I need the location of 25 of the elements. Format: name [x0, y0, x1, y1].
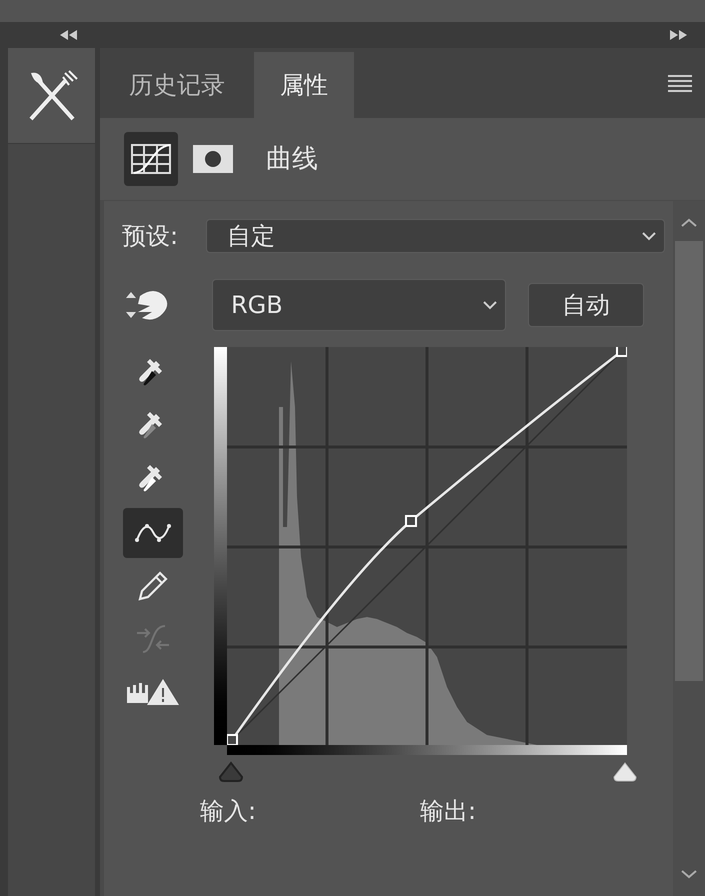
tool-tile[interactable] [8, 48, 95, 144]
mask-icon [192, 144, 234, 174]
preset-dropdown[interactable]: 自定 [206, 219, 665, 253]
expand-icon[interactable] [669, 30, 687, 40]
scroll-up-icon[interactable] [679, 217, 699, 229]
pencil-icon[interactable] [136, 569, 170, 603]
histogram-warning-icon[interactable] [125, 677, 181, 707]
menu-icon[interactable] [667, 74, 693, 94]
panel-title: 曲线 [266, 142, 318, 176]
tool-button[interactable] [123, 508, 183, 558]
collapse-icon[interactable] [60, 30, 78, 40]
panel-tab[interactable]: 历史记录 [100, 52, 254, 118]
input-label: 输入: [200, 796, 258, 827]
channel-dropdown[interactable]: RGB [212, 279, 506, 331]
chevron-down-icon [481, 299, 499, 311]
auto-button[interactable]: 自动 [528, 283, 644, 327]
curves-mode-button[interactable] [124, 132, 178, 186]
scroll-down-icon[interactable] [679, 868, 699, 880]
curves-grid-icon [130, 143, 172, 175]
chevron-down-icon [640, 230, 658, 242]
preset-label: 预设: [122, 221, 180, 252]
output-label: 输出: [420, 796, 476, 827]
curve-line[interactable] [227, 347, 627, 745]
scrollbar-thumb[interactable] [675, 241, 703, 681]
panel-tab[interactable]: 属性 [254, 52, 354, 118]
